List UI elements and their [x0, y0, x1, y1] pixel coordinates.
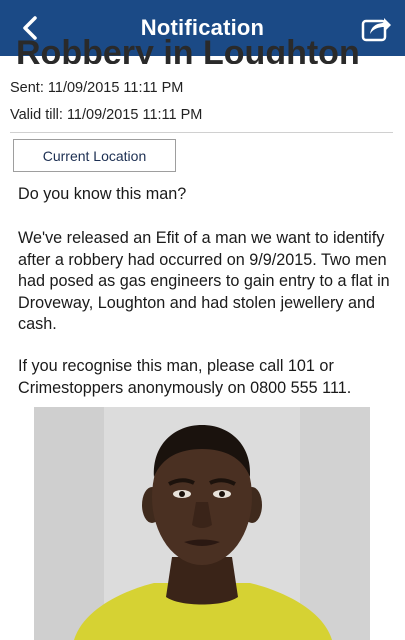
- sent-date: Sent: 11/09/2015 11:11 PM: [10, 80, 184, 96]
- page-title: Notification: [140, 15, 265, 40]
- valid-till-date: Valid till: 11/09/2015 11:11 PM: [10, 107, 203, 123]
- message-paragraph: Do you know this man?: [18, 185, 187, 203]
- app-bar: Notification: [0, 0, 405, 56]
- efit-portrait: [34, 407, 370, 640]
- share-button[interactable]: [355, 6, 399, 50]
- message-paragraph: We've released an Efit of a man we want …: [18, 229, 390, 333]
- efit-image: [34, 407, 370, 640]
- divider: [10, 132, 393, 133]
- current-location-button[interactable]: Current Location: [13, 139, 176, 172]
- share-icon: [361, 18, 391, 42]
- message-paragraph: If you recognise this man, please call 1…: [18, 357, 352, 397]
